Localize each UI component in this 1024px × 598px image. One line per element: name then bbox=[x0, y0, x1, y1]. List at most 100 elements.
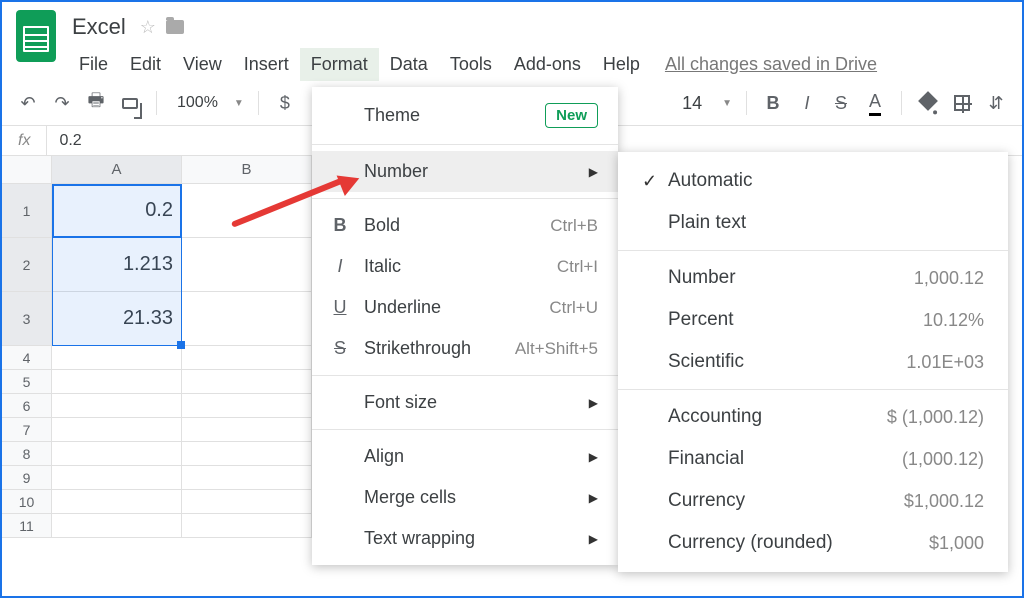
cell-a11[interactable] bbox=[52, 514, 182, 538]
row-header-9[interactable]: 9 bbox=[2, 466, 52, 490]
menu-help[interactable]: Help bbox=[592, 48, 651, 81]
menu-file[interactable]: File bbox=[68, 48, 119, 81]
paint-format-button[interactable] bbox=[118, 91, 142, 115]
number-automatic[interactable]: ✓ Automatic bbox=[618, 160, 1008, 202]
cell-b11[interactable] bbox=[182, 514, 312, 538]
cell-a9[interactable] bbox=[52, 466, 182, 490]
doc-name[interactable]: Excel bbox=[68, 12, 130, 42]
format-italic[interactable]: I Italic Ctrl+I bbox=[312, 246, 618, 287]
cell-b1[interactable] bbox=[182, 184, 312, 238]
row-header-4[interactable]: 4 bbox=[2, 346, 52, 370]
format-fontsize[interactable]: Font size ▶ bbox=[312, 382, 618, 423]
format-theme[interactable]: Theme New bbox=[312, 93, 618, 138]
cell-a6[interactable] bbox=[52, 394, 182, 418]
menu-insert[interactable]: Insert bbox=[233, 48, 300, 81]
format-strike[interactable]: S Strikethrough Alt+Shift+5 bbox=[312, 328, 618, 369]
font-size-select[interactable]: 14 bbox=[672, 93, 712, 114]
borders-button[interactable] bbox=[950, 91, 974, 115]
cell-b2[interactable] bbox=[182, 238, 312, 292]
row-header-5[interactable]: 5 bbox=[2, 370, 52, 394]
format-align[interactable]: Align ▶ bbox=[312, 436, 618, 477]
cell-a10[interactable] bbox=[52, 490, 182, 514]
format-bold[interactable]: B Bold Ctrl+B bbox=[312, 205, 618, 246]
cell-a3[interactable]: 21.33 bbox=[52, 292, 182, 346]
italic-button[interactable]: I bbox=[795, 91, 819, 115]
cell-a4[interactable] bbox=[52, 346, 182, 370]
select-all-corner[interactable] bbox=[2, 156, 52, 184]
menu-view[interactable]: View bbox=[172, 48, 233, 81]
cell-b3[interactable] bbox=[182, 292, 312, 346]
undo-button[interactable]: ↶ bbox=[16, 91, 40, 115]
folder-icon[interactable] bbox=[166, 20, 184, 34]
chevron-down-icon[interactable]: ▼ bbox=[234, 98, 244, 109]
sheets-logo[interactable] bbox=[16, 10, 56, 62]
number-number[interactable]: Number 1,000.12 bbox=[618, 257, 1008, 299]
cell-a1[interactable]: 0.2 bbox=[52, 184, 182, 238]
number-financial[interactable]: Financial (1,000.12) bbox=[618, 438, 1008, 480]
menu-format[interactable]: Format bbox=[300, 48, 379, 81]
row-header-2[interactable]: 2 bbox=[2, 238, 52, 292]
menu-addons[interactable]: Add-ons bbox=[503, 48, 592, 81]
menu-tools[interactable]: Tools bbox=[439, 48, 503, 81]
chevron-down-icon[interactable]: ▼ bbox=[722, 98, 732, 109]
row-header-6[interactable]: 6 bbox=[2, 394, 52, 418]
menu-edit[interactable]: Edit bbox=[119, 48, 172, 81]
currency-button[interactable]: $ bbox=[273, 91, 297, 115]
number-scientific[interactable]: Scientific 1.01E+03 bbox=[618, 341, 1008, 383]
check-icon: ✓ bbox=[642, 171, 668, 192]
save-status[interactable]: All changes saved in Drive bbox=[651, 48, 891, 81]
separator bbox=[312, 144, 618, 145]
number-currency[interactable]: Currency $1,000.12 bbox=[618, 480, 1008, 522]
cell-b4[interactable] bbox=[182, 346, 312, 370]
separator bbox=[312, 429, 618, 430]
row-header-1[interactable]: 1 bbox=[2, 184, 52, 238]
menu-data[interactable]: Data bbox=[379, 48, 439, 81]
col-header-a[interactable]: A bbox=[52, 156, 182, 184]
col-header-b[interactable]: B bbox=[182, 156, 312, 184]
separator bbox=[746, 91, 747, 115]
cell-b9[interactable] bbox=[182, 466, 312, 490]
cell-a5[interactable] bbox=[52, 370, 182, 394]
cell-b8[interactable] bbox=[182, 442, 312, 466]
cell-a7[interactable] bbox=[52, 418, 182, 442]
star-icon[interactable]: ☆ bbox=[140, 17, 156, 38]
separator bbox=[618, 389, 1008, 390]
format-wrap[interactable]: Text wrapping ▶ bbox=[312, 518, 618, 559]
bold-button[interactable]: B bbox=[761, 91, 785, 115]
separator bbox=[618, 250, 1008, 251]
cell-b7[interactable] bbox=[182, 418, 312, 442]
cell-a8[interactable] bbox=[52, 442, 182, 466]
row-header-11[interactable]: 11 bbox=[2, 514, 52, 538]
number-currency-rounded[interactable]: Currency (rounded) $1,000 bbox=[618, 522, 1008, 564]
row-header-8[interactable]: 8 bbox=[2, 442, 52, 466]
separator bbox=[156, 91, 157, 115]
number-accounting[interactable]: Accounting $ (1,000.12) bbox=[618, 396, 1008, 438]
cell-b10[interactable] bbox=[182, 490, 312, 514]
bold-icon: B bbox=[330, 215, 350, 236]
print-button[interactable]: 🖶 bbox=[84, 91, 108, 115]
format-underline[interactable]: U Underline Ctrl+U bbox=[312, 287, 618, 328]
formula-input[interactable]: 0.2 bbox=[47, 132, 93, 150]
zoom-select[interactable]: 100% bbox=[171, 94, 224, 112]
underline-icon: U bbox=[330, 297, 350, 318]
row-header-7[interactable]: 7 bbox=[2, 418, 52, 442]
format-number[interactable]: Number ▶ bbox=[312, 151, 618, 192]
cell-b5[interactable] bbox=[182, 370, 312, 394]
new-badge: New bbox=[545, 103, 598, 128]
redo-button[interactable]: ↷ bbox=[50, 91, 74, 115]
row-header-3[interactable]: 3 bbox=[2, 292, 52, 346]
number-percent[interactable]: Percent 10.12% bbox=[618, 299, 1008, 341]
separator bbox=[901, 91, 902, 115]
italic-icon: I bbox=[330, 256, 350, 277]
row-header-10[interactable]: 10 bbox=[2, 490, 52, 514]
strike-button[interactable]: S bbox=[829, 91, 853, 115]
cell-a2[interactable]: 1.213 bbox=[52, 238, 182, 292]
cell-b6[interactable] bbox=[182, 394, 312, 418]
format-merge[interactable]: Merge cells ▶ bbox=[312, 477, 618, 518]
text-color-button[interactable]: A bbox=[863, 91, 887, 115]
menubar: File Edit View Insert Format Data Tools … bbox=[68, 44, 1008, 81]
fill-color-button[interactable] bbox=[916, 91, 940, 115]
number-plaintext[interactable]: Plain text bbox=[618, 202, 1008, 244]
merge-button[interactable]: ⇵ bbox=[984, 91, 1008, 115]
separator bbox=[312, 198, 618, 199]
